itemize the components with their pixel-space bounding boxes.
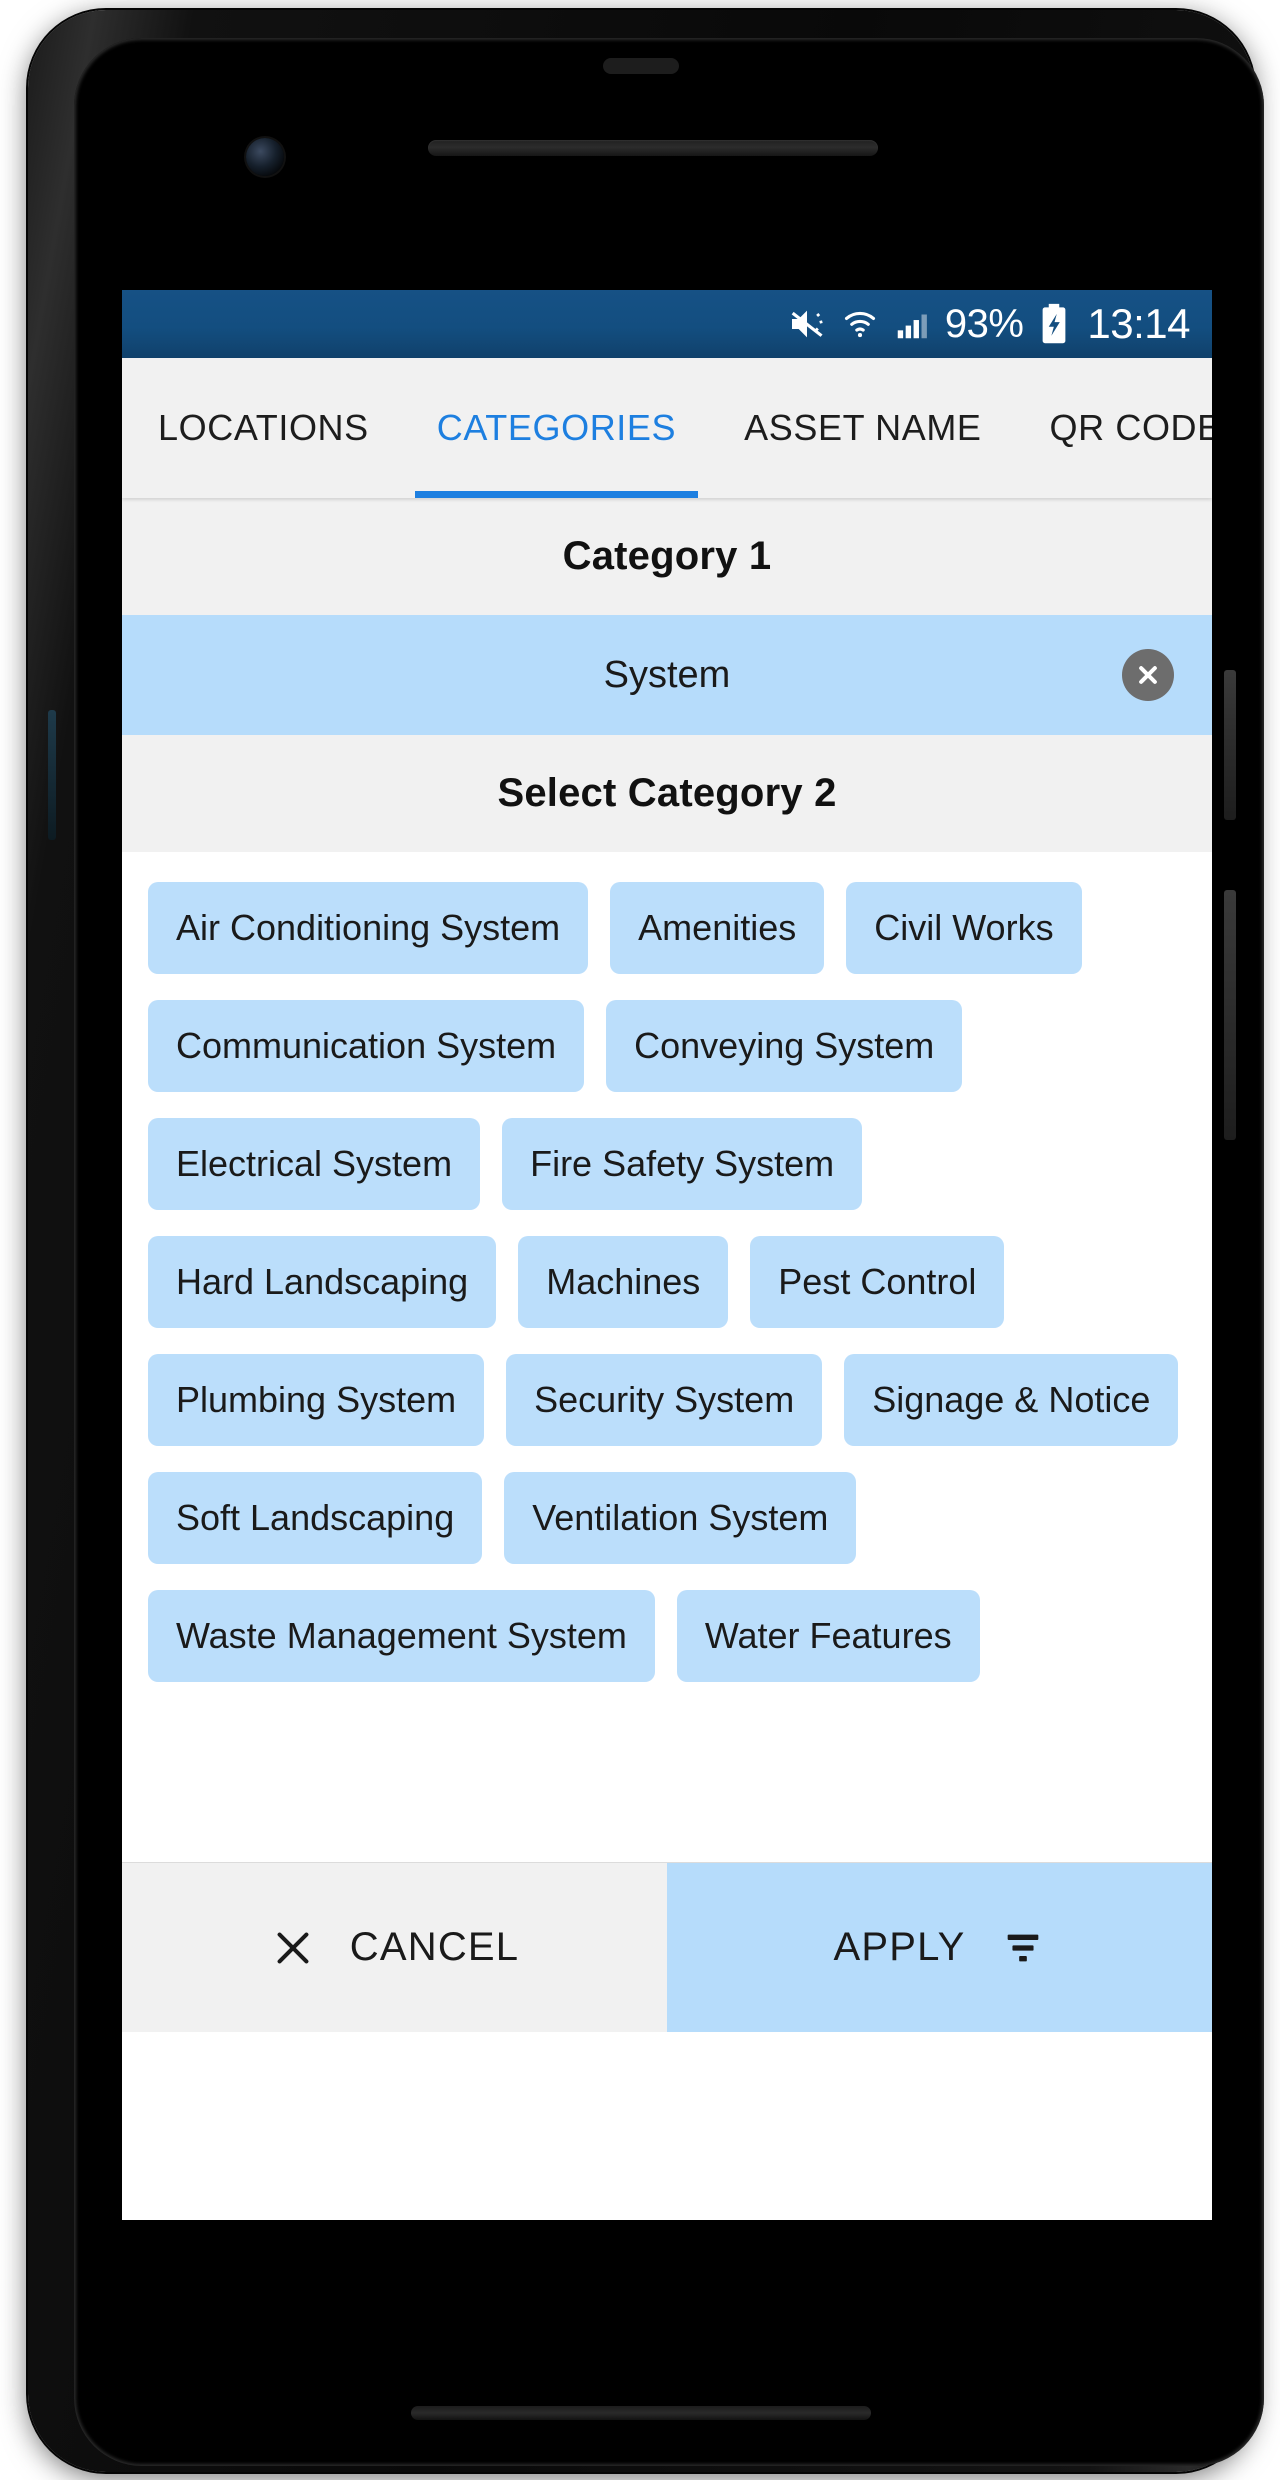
- category-option-chip[interactable]: Ventilation System: [504, 1472, 857, 1564]
- category-2-header: Select Category 2: [122, 735, 1212, 852]
- close-circle-icon[interactable]: [1122, 649, 1174, 701]
- status-bar: 93% 13:14: [122, 290, 1212, 358]
- cancel-button[interactable]: CANCEL: [122, 1863, 667, 2032]
- category-option-chip[interactable]: Security System: [506, 1354, 823, 1446]
- tab-qr-code[interactable]: QR CODE: [1016, 358, 1212, 498]
- category-option-chip[interactable]: Hard Landscaping: [148, 1236, 497, 1328]
- category-1-selected-row[interactable]: System: [122, 615, 1212, 735]
- tab-categories[interactable]: CATEGORIES: [403, 358, 710, 498]
- category-option-chip[interactable]: Water Features: [676, 1590, 980, 1682]
- mute-icon: [787, 304, 827, 344]
- status-time-label: 13:14: [1087, 300, 1190, 347]
- category-1-selected-label: System: [603, 653, 731, 696]
- tab-bar: LOCATIONS CATEGORIES ASSET NAME QR CODE: [122, 358, 1212, 498]
- wifi-icon: [841, 305, 879, 343]
- category-option-chip[interactable]: Conveying System: [606, 1000, 963, 1092]
- category-1-header: Category 1: [122, 498, 1212, 615]
- category-option-chip[interactable]: Waste Management System: [148, 1590, 655, 1682]
- app-screen: 93% 13:14 LOCATIONS CATEGORIES ASSET NAM…: [122, 290, 1212, 2220]
- tab-locations[interactable]: LOCATIONS: [122, 358, 403, 498]
- category-option-chip[interactable]: Fire Safety System: [502, 1118, 863, 1210]
- battery-charging-icon: [1037, 303, 1071, 345]
- apply-label: APPLY: [833, 1925, 966, 1969]
- battery-percent-label: 93%: [944, 302, 1024, 346]
- filter-icon: [1000, 1925, 1046, 1971]
- category-2-options-list: Air Conditioning System Amenities Civil …: [122, 852, 1212, 1862]
- category-option-chip[interactable]: Electrical System: [148, 1118, 481, 1210]
- close-icon: [270, 1925, 316, 1971]
- category-option-chip[interactable]: Civil Works: [846, 882, 1082, 974]
- category-option-chip[interactable]: Soft Landscaping: [148, 1472, 483, 1564]
- category-option-chip[interactable]: Plumbing System: [148, 1354, 485, 1446]
- volume-button[interactable]: [1224, 890, 1236, 1140]
- top-notch-bar: [603, 58, 679, 74]
- action-bar: CANCEL APPLY: [122, 1862, 1212, 2032]
- category-option-chip[interactable]: Amenities: [610, 882, 825, 974]
- tab-asset-name[interactable]: ASSET NAME: [710, 358, 1015, 498]
- earpiece-speaker: [428, 140, 878, 156]
- cancel-label: CANCEL: [349, 1925, 520, 1969]
- cellular-signal-icon: [893, 305, 931, 343]
- category-option-chip[interactable]: Communication System: [148, 1000, 585, 1092]
- category-option-chip[interactable]: Air Conditioning System: [148, 882, 589, 974]
- category-option-chip[interactable]: Signage & Notice: [844, 1354, 1179, 1446]
- category-option-chip[interactable]: Pest Control: [750, 1236, 1005, 1328]
- left-side-accent: [48, 710, 56, 840]
- phone-device-frame: 93% 13:14 LOCATIONS CATEGORIES ASSET NAM…: [28, 10, 1264, 2472]
- front-camera-icon: [246, 138, 284, 176]
- bottom-speaker-grille: [411, 2406, 871, 2420]
- apply-button[interactable]: APPLY: [667, 1863, 1212, 2032]
- power-button[interactable]: [1224, 670, 1236, 820]
- category-option-chip[interactable]: Machines: [518, 1236, 729, 1328]
